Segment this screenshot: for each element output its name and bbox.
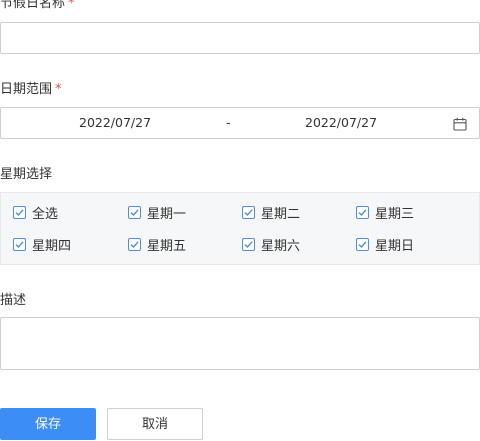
description-label: 描述 — [0, 293, 27, 308]
checkbox-label: 星期一 — [147, 206, 187, 222]
holiday-name-label: 节假日名称 * — [0, 0, 75, 12]
checkbox-checked-icon[interactable] — [356, 205, 369, 219]
date-range-end[interactable]: 2022/07/27 — [305, 108, 377, 138]
checkbox-checked-icon[interactable] — [128, 205, 141, 219]
checkbox-label: 星期三 — [375, 206, 415, 222]
checkbox-friday[interactable]: 星期五 — [128, 236, 187, 254]
checkbox-label: 星期二 — [261, 206, 301, 222]
holiday-form: 节假日名称 * 日期范围 * 2022/07/27 - 2022/07/27 星期选… — [0, 0, 480, 441]
checkbox-checked-icon[interactable] — [242, 205, 255, 219]
date-range-label: 日期范围 * — [0, 82, 62, 98]
checkbox-label: 星期五 — [147, 238, 187, 254]
required-mark: * — [55, 82, 62, 97]
calendar-icon[interactable] — [453, 116, 467, 131]
checkbox-checked-icon[interactable] — [13, 205, 26, 219]
checkbox-tuesday[interactable]: 星期二 — [242, 204, 301, 222]
description-textarea[interactable] — [0, 317, 480, 370]
holiday-name-input[interactable] — [0, 22, 480, 54]
save-button[interactable]: 保存 — [0, 408, 96, 440]
checkbox-label: 星期四 — [32, 238, 72, 254]
checkbox-checked-icon[interactable] — [356, 237, 369, 251]
checkbox-saturday[interactable]: 星期六 — [242, 236, 301, 254]
checkbox-thursday[interactable]: 星期四 — [13, 236, 72, 254]
required-mark: * — [68, 0, 75, 11]
checkbox-label: 全选 — [32, 206, 59, 222]
checkbox-checked-icon[interactable] — [13, 237, 26, 251]
date-range-label-text: 日期范围 — [0, 82, 53, 97]
date-range-separator: - — [226, 115, 231, 130]
checkbox-checked-icon[interactable] — [242, 237, 255, 251]
checkbox-select-all[interactable]: 全选 — [13, 204, 59, 222]
checkbox-label: 星期日 — [375, 238, 415, 254]
week-select-label: 星期选择 — [0, 167, 53, 182]
checkbox-monday[interactable]: 星期一 — [128, 204, 187, 222]
holiday-name-label-text: 节假日名称 — [0, 0, 66, 11]
checkbox-label: 星期六 — [261, 238, 301, 254]
cancel-button[interactable]: 取消 — [107, 408, 203, 440]
checkbox-checked-icon[interactable] — [128, 237, 141, 251]
date-range-picker[interactable]: 2022/07/27 - 2022/07/27 — [0, 107, 480, 139]
date-range-start[interactable]: 2022/07/27 — [79, 108, 151, 138]
checkbox-sunday[interactable]: 星期日 — [356, 236, 415, 254]
week-checkbox-group: 全选 星期一 星期二 星期三 星期四 星期五 星期六 星期日 — [0, 192, 480, 265]
checkbox-wednesday[interactable]: 星期三 — [356, 204, 415, 222]
